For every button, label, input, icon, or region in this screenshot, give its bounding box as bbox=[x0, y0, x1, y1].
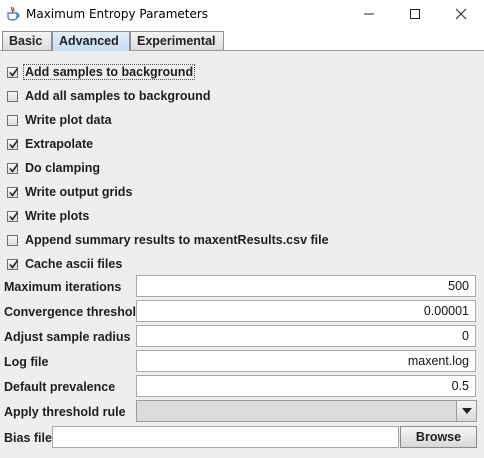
tab-advanced[interactable]: Advanced bbox=[52, 31, 130, 51]
checkbox-label: Extrapolate bbox=[25, 137, 94, 151]
checkbox-box[interactable] bbox=[7, 138, 19, 150]
title-bar[interactable]: Maximum Entropy Parameters bbox=[0, 0, 484, 28]
maximum-iterations-input[interactable]: 500 bbox=[136, 275, 476, 297]
bias-file-input[interactable] bbox=[52, 426, 399, 448]
close-button[interactable] bbox=[438, 0, 484, 28]
check-mark-icon bbox=[9, 259, 19, 269]
window-title: Maximum Entropy Parameters bbox=[26, 7, 209, 21]
field-label: Apply threshold rule bbox=[4, 405, 126, 419]
maximize-icon bbox=[410, 9, 420, 19]
checkbox-label: Cache ascii files bbox=[25, 257, 123, 271]
checkbox-write-plot-data[interactable]: Write plot data bbox=[7, 110, 114, 130]
checkbox-box[interactable] bbox=[7, 66, 19, 78]
maximize-button[interactable] bbox=[392, 0, 438, 28]
advanced-panel: Add samples to background Add all sample… bbox=[0, 51, 484, 458]
log-file-input[interactable]: maxent.log bbox=[136, 350, 476, 372]
checkbox-box[interactable] bbox=[7, 258, 19, 270]
check-mark-icon bbox=[9, 139, 19, 149]
row-convergence-threshold: Convergence threshold 0.00001 bbox=[0, 300, 484, 324]
row-apply-threshold-rule: Apply threshold rule bbox=[0, 400, 484, 424]
checkbox-label: Add all samples to background bbox=[25, 89, 211, 103]
field-label: Maximum iterations bbox=[4, 280, 122, 294]
checkbox-write-plots[interactable]: Write plots bbox=[7, 206, 91, 226]
minimize-button[interactable] bbox=[346, 0, 392, 28]
maxent-parameters-window: Maximum Entropy Parameters Basic Advance… bbox=[0, 0, 484, 458]
field-label: Convergence threshold bbox=[4, 305, 144, 319]
checkbox-label: Do clamping bbox=[25, 161, 101, 175]
check-mark-icon bbox=[9, 187, 19, 197]
tab-basic[interactable]: Basic bbox=[2, 31, 52, 50]
chevron-down-icon bbox=[461, 408, 472, 414]
checkbox-cache-ascii-files[interactable]: Cache ascii files bbox=[7, 254, 124, 274]
default-prevalence-input[interactable]: 0.5 bbox=[136, 375, 476, 397]
browse-button[interactable]: Browse bbox=[400, 426, 477, 448]
check-mark-icon bbox=[9, 211, 19, 221]
checkbox-write-output-grids[interactable]: Write output grids bbox=[7, 182, 134, 202]
checkbox-label: Write plots bbox=[25, 209, 90, 223]
row-adjust-sample-radius: Adjust sample radius 0 bbox=[0, 325, 484, 349]
checkbox-box[interactable] bbox=[7, 114, 18, 126]
checkbox-box[interactable] bbox=[7, 90, 18, 102]
field-label: Bias file bbox=[4, 431, 52, 445]
checkbox-box[interactable] bbox=[7, 186, 19, 198]
checkbox-box[interactable] bbox=[7, 234, 18, 246]
convergence-threshold-input[interactable]: 0.00001 bbox=[136, 300, 476, 322]
row-log-file: Log file maxent.log bbox=[0, 350, 484, 374]
checkbox-label: Write plot data bbox=[25, 113, 112, 127]
row-bias-file: Bias file Browse bbox=[0, 426, 484, 450]
field-label: Log file bbox=[4, 355, 49, 369]
java-coffee-cup-icon bbox=[6, 6, 20, 21]
checkbox-do-clamping[interactable]: Do clamping bbox=[7, 158, 102, 178]
threshold-rule-dropdown[interactable] bbox=[136, 400, 477, 422]
checkbox-box[interactable] bbox=[7, 162, 19, 174]
check-mark-icon bbox=[9, 163, 19, 173]
field-label: Adjust sample radius bbox=[4, 330, 131, 344]
check-mark-icon bbox=[9, 67, 19, 77]
checkbox-append-summary-results[interactable]: Append summary results to maxentResults.… bbox=[7, 230, 331, 250]
adjust-sample-radius-input[interactable]: 0 bbox=[136, 325, 476, 347]
checkbox-extrapolate[interactable]: Extrapolate bbox=[7, 134, 95, 154]
dropdown-arrow-button[interactable] bbox=[456, 401, 476, 421]
checkbox-add-samples-to-background[interactable]: Add samples to background bbox=[7, 62, 196, 82]
checkbox-label: Append summary results to maxentResults.… bbox=[25, 233, 329, 247]
row-default-prevalence: Default prevalence 0.5 bbox=[0, 375, 484, 399]
close-icon bbox=[455, 8, 467, 20]
tab-experimental[interactable]: Experimental bbox=[130, 31, 224, 50]
checkbox-label: Write output grids bbox=[25, 185, 133, 199]
field-label: Default prevalence bbox=[4, 380, 116, 394]
row-maximum-iterations: Maximum iterations 500 bbox=[0, 275, 484, 299]
checkbox-label: Add samples to background bbox=[23, 64, 196, 80]
checkbox-box[interactable] bbox=[7, 210, 19, 222]
checkbox-add-all-samples-to-background[interactable]: Add all samples to background bbox=[7, 86, 212, 106]
minimize-icon bbox=[364, 13, 374, 15]
